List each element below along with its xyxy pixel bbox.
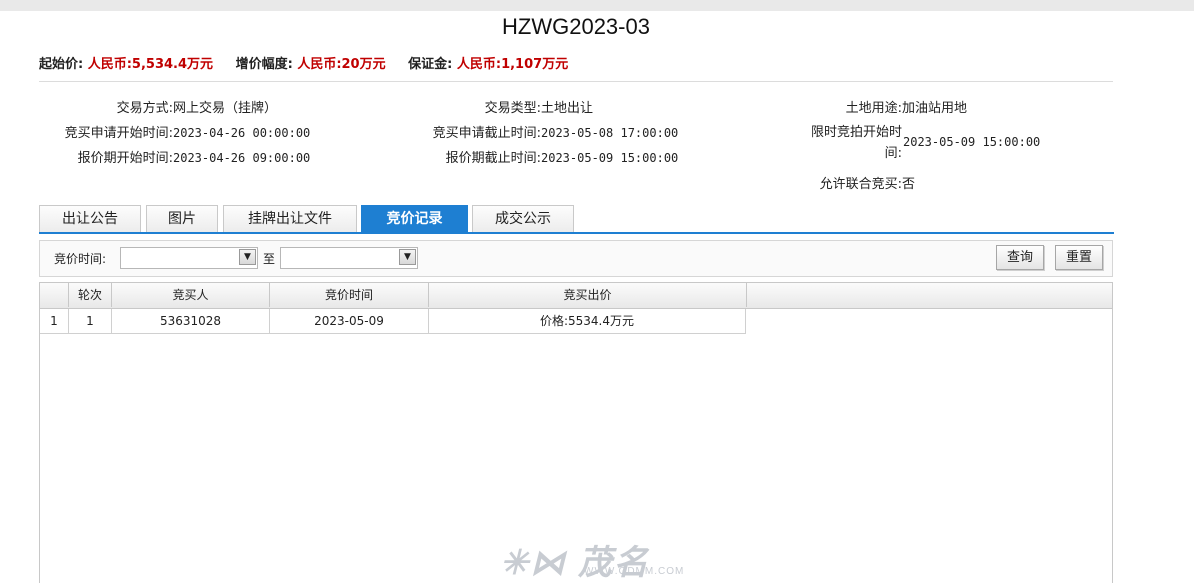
watermark-url: WWW.GDMM.COM <box>584 566 685 577</box>
table-header: 轮次 竞买人 竞价时间 竞买出价 <box>40 283 1112 309</box>
apply-end-label: 竞买申请截止时间: <box>432 126 541 141</box>
apply-start-label: 竞买申请开始时间: <box>64 126 173 141</box>
timed-start-label-line1: 限时竞拍开始时 <box>810 125 902 140</box>
tab-bid-records[interactable]: 竞价记录 <box>361 205 468 232</box>
page-title: HZWG2023-03 <box>502 14 650 39</box>
bid-time-start-select[interactable]: ▼ <box>120 247 258 269</box>
header-bidder: 竞买人 <box>112 283 270 307</box>
row-round: 1 <box>69 309 112 333</box>
info-land-use: 土地用途:加油站用地 <box>802 97 967 116</box>
row-bid-price: 价格:5534.4万元 <box>429 309 746 333</box>
start-price-value: 人民币:5,534.4万元 <box>87 57 214 72</box>
info-apply-start: 竞买申请开始时间:2023-04-26 00:00:00 <box>26 122 311 141</box>
info-quote-start: 报价期开始时间:2023-04-26 09:00:00 <box>26 147 311 166</box>
tab-deal-announcement[interactable]: 成交公示 <box>472 205 574 232</box>
land-use-value: 加油站用地 <box>902 101 968 116</box>
query-button[interactable]: 查询 <box>996 245 1044 270</box>
row-index: 1 <box>40 309 69 333</box>
quote-start-value: 2023-04-26 09:00:00 <box>173 151 311 165</box>
trade-type-label: 交易类型: <box>484 101 541 116</box>
quote-start-label: 报价期开始时间: <box>77 151 173 166</box>
tab-listing-documents[interactable]: 挂牌出让文件 <box>223 205 357 232</box>
top-bar <box>0 0 1194 11</box>
tab-announcement[interactable]: 出让公告 <box>39 205 141 232</box>
bid-time-end-select[interactable]: ▼ <box>280 247 418 269</box>
price-step-label: 增价幅度: <box>235 57 293 72</box>
joint-bid-value: 否 <box>902 177 916 192</box>
header-bid-time: 竞价时间 <box>270 283 429 307</box>
timed-start-label: 限时竞拍开始时 间: <box>802 122 902 164</box>
info-timed-start: 2023-05-09 15:00:00 <box>903 135 1040 150</box>
land-use-label: 土地用途: <box>845 101 902 116</box>
info-quote-end: 报价期截止时间:2023-05-09 15:00:00 <box>420 147 679 166</box>
reset-button[interactable]: 重置 <box>1055 245 1103 270</box>
joint-bid-label: 允许联合竞买: <box>819 177 902 192</box>
trade-type-value: 土地出让 <box>541 101 594 116</box>
apply-end-value: 2023-05-08 17:00:00 <box>541 126 679 140</box>
start-price-label: 起始价: <box>39 57 84 72</box>
header-bid-price: 竞买出价 <box>429 283 747 307</box>
timed-start-value: 2023-05-09 15:00:00 <box>903 135 1041 149</box>
filter-bar: 竞价时间: ▼ 至 ▼ 查询 重置 <box>39 240 1113 277</box>
info-joint-bid: 允许联合竞买:否 <box>802 173 915 192</box>
info-apply-end: 竞买申请截止时间:2023-05-08 17:00:00 <box>420 122 679 141</box>
apply-start-value: 2023-04-26 00:00:00 <box>173 126 311 140</box>
price-summary: 起始价: 人民币:5,534.4万元 增价幅度: 人民币:20万元 保证金: 人… <box>39 53 586 72</box>
header-round: 轮次 <box>69 283 112 307</box>
price-step-value: 人民币:20万元 <box>297 57 386 72</box>
quote-end-label: 报价期截止时间: <box>445 151 541 166</box>
bid-time-label: 竞价时间: <box>54 252 107 266</box>
chevron-down-icon[interactable]: ▼ <box>399 249 416 265</box>
info-trade-mode: 交易方式:网上交易（挂牌） <box>26 97 277 116</box>
table-row[interactable]: 1 1 53631028 2023-05-09 价格:5534.4万元 <box>40 309 746 334</box>
row-bidder: 53631028 <box>112 309 270 333</box>
quote-end-value: 2023-05-09 15:00:00 <box>541 151 679 165</box>
trade-mode-label: 交易方式: <box>116 101 173 116</box>
row-bid-time: 2023-05-09 <box>270 309 429 333</box>
chevron-down-icon[interactable]: ▼ <box>239 249 256 265</box>
timed-start-label-line2: 间: <box>884 146 902 161</box>
info-trade-type: 交易类型:土地出让 <box>420 97 593 116</box>
deposit-label: 保证金: <box>408 57 453 72</box>
divider <box>39 81 1113 82</box>
tab-underline <box>39 232 1114 234</box>
tab-images[interactable]: 图片 <box>146 205 218 232</box>
trade-mode-value: 网上交易（挂牌） <box>173 101 278 116</box>
header-index <box>40 283 69 307</box>
watermark-logo: ✳⋈ 茂名 WWW.GDMM.COM <box>500 535 683 584</box>
deposit-value: 人民币:1,107万元 <box>456 57 569 72</box>
to-label: 至 <box>263 252 276 266</box>
